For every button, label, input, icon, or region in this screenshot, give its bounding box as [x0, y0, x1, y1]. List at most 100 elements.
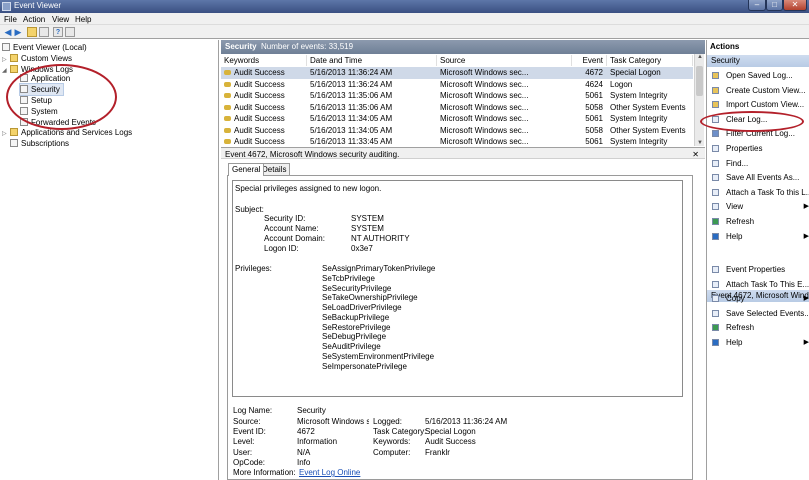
privilege-item: SeSecurityPrivilege: [322, 283, 392, 293]
column-header-date-and-time[interactable]: Date and Time: [307, 55, 437, 66]
scroll-up-arrow-icon[interactable]: ▲: [695, 54, 705, 60]
action-label: Help: [726, 338, 743, 347]
table-row[interactable]: Audit Success 5/16/2013 11:34:05 AM Micros…: [221, 125, 693, 137]
forward-arrow-icon[interactable]: ▶: [13, 27, 23, 37]
category-cell: System Integrity: [610, 91, 668, 100]
action-save-all-events-as[interactable]: Save All Events As...: [707, 172, 809, 184]
table-row[interactable]: Audit Success 5/16/2013 11:33:45 AM Micros…: [221, 136, 693, 146]
minimize-button[interactable]: –: [748, 0, 766, 11]
keywords-text: Audit Success: [234, 91, 285, 100]
action-view[interactable]: View ▶: [707, 201, 809, 213]
keywords-cell: Audit Success: [224, 125, 306, 136]
actions-header: Actions: [710, 42, 740, 51]
event-id-cell: 5061: [585, 137, 603, 146]
action-label: Attach Task To This E...: [726, 279, 809, 289]
close-button[interactable]: ✕: [783, 0, 807, 11]
date-cell: 5/16/2013 11:35:06 AM: [310, 91, 393, 100]
refresh-icon: [712, 324, 719, 332]
tree-item-custom-views[interactable]: ▷ Custom Views: [2, 53, 72, 64]
action-find[interactable]: Find...: [707, 158, 809, 170]
prop-label-user: User:: [233, 448, 253, 457]
help-icon: [712, 339, 719, 346]
menu-action[interactable]: Action: [23, 15, 45, 24]
maximize-button[interactable]: □: [766, 0, 783, 11]
prop-source: Microsoft Windows sec: [297, 417, 369, 426]
prop-label-log-name: Log Name:: [233, 406, 273, 415]
column-header-event-id[interactable]: Event ID: [572, 55, 607, 76]
tree-item-subscriptions[interactable]: Subscriptions: [2, 138, 69, 149]
action-help[interactable]: Help ▶: [707, 337, 809, 349]
action-save-selected-events[interactable]: Save Selected Events...: [707, 308, 809, 320]
title-bar: Event Viewer – □ ✕: [0, 0, 809, 13]
action-refresh[interactable]: Refresh: [707, 216, 809, 228]
event-list-header: Security Number of events: 33,519: [221, 40, 705, 54]
privilege-item: SeRestorePrivilege: [322, 322, 391, 332]
keywords-text: Audit Success: [234, 79, 285, 89]
scroll-down-arrow-icon[interactable]: ▼: [695, 140, 705, 146]
toolbar: ◀ ▶ ?: [0, 25, 809, 39]
column-header-source[interactable]: Source: [437, 55, 572, 66]
keywords-cell: Audit Success: [224, 90, 306, 101]
audit-success-key-icon: [224, 139, 231, 144]
copy-icon: [712, 295, 719, 303]
close-detail-icon[interactable]: ✕: [692, 150, 699, 159]
event-id-cell: 5058: [585, 102, 603, 112]
category-cell: Special Logon: [610, 68, 661, 77]
action-properties[interactable]: Properties: [707, 143, 809, 155]
collapse-arrow-icon[interactable]: ◢: [2, 66, 10, 77]
date-cell: 5/16/2013 11:34:05 AM: [310, 114, 393, 123]
column-header-keywords[interactable]: Keywords: [221, 55, 307, 66]
table-row[interactable]: Audit Success 5/16/2013 11:34:05 AM Micros…: [221, 113, 693, 125]
table-row[interactable]: Audit Success 5/16/2013 11:35:06 AM Micros…: [221, 90, 693, 102]
tab-general[interactable]: General: [228, 163, 265, 176]
folder-icon: [10, 54, 18, 62]
source-cell: Microsoft Windows sec...: [440, 125, 529, 135]
menu-view[interactable]: View: [52, 15, 69, 24]
action-attach-task-to-this-e[interactable]: Attach Task To This E...: [707, 279, 809, 291]
action-label: Open Saved Log...: [726, 71, 793, 80]
tree-item-event-viewer-local[interactable]: Event Viewer (Local): [2, 42, 87, 53]
action-import-custom-view[interactable]: Import Custom View...: [707, 99, 809, 111]
event-id-cell: 5061: [585, 114, 603, 123]
field-label: Account Name:: [264, 224, 319, 233]
action-create-custom-view[interactable]: Create Custom View...: [707, 85, 809, 97]
action-open-saved-log[interactable]: Open Saved Log...: [707, 70, 809, 82]
action-label: Attach a Task To this L...: [726, 187, 809, 197]
action-event-properties[interactable]: Event Properties: [707, 264, 809, 276]
keywords-text: Audit Success: [234, 125, 285, 135]
message-headline: Special privileges assigned to new logon…: [235, 184, 382, 193]
privilege-item: SeTakeOwnershipPrivilege: [322, 293, 418, 303]
column-header-task-category[interactable]: Task Category: [607, 55, 693, 66]
action-refresh[interactable]: Refresh: [707, 322, 809, 334]
help-icon[interactable]: ?: [53, 27, 63, 37]
privilege-item: SeDebugPrivilege: [322, 332, 387, 342]
action-attach-a-task-to-this-l[interactable]: Attach a Task To this L...: [707, 187, 809, 199]
menu-help[interactable]: Help: [75, 15, 91, 24]
actions-section-security[interactable]: Security: [707, 55, 809, 67]
table-row[interactable]: Audit Success 5/16/2013 11:36:24 AM Micros…: [221, 79, 693, 91]
action-help[interactable]: Help ▶: [707, 231, 809, 243]
event-id-cell: 5058: [585, 125, 603, 135]
table-row[interactable]: Audit Success 5/16/2013 11:36:24 AM Micros…: [221, 67, 693, 79]
attach-task-icon: [712, 188, 719, 196]
action-label: Import Custom View...: [726, 100, 805, 110]
date-cell: 5/16/2013 11:35:06 AM: [310, 102, 393, 112]
show-hide-tree-icon[interactable]: [39, 27, 49, 37]
prop-label-opcode: OpCode:: [233, 458, 266, 467]
scrollbar-thumb[interactable]: [696, 66, 703, 96]
event-detail-header: Event 4672, Microsoft Windows security a…: [221, 147, 705, 159]
action-copy[interactable]: Copy ▶: [707, 293, 809, 305]
window-title: Event Viewer: [14, 1, 61, 10]
event-grid-scrollbar[interactable]: ▲ ▼: [694, 54, 704, 146]
table-row[interactable]: Audit Success 5/16/2013 11:35:06 AM Micros…: [221, 102, 693, 114]
date-cell: 5/16/2013 11:36:24 AM: [310, 68, 393, 77]
back-arrow-icon[interactable]: ◀: [3, 27, 13, 37]
open-folder-icon[interactable]: [27, 27, 37, 37]
show-action-pane-icon[interactable]: [65, 27, 75, 37]
event-log-online-link[interactable]: Event Log Online: [299, 468, 360, 478]
log-name: Security: [225, 42, 257, 51]
prop-user: N/A: [297, 448, 311, 457]
event-message-box[interactable]: Special privileges assigned to new logon…: [232, 180, 683, 397]
audit-success-key-icon: [224, 104, 231, 110]
menu-file[interactable]: File: [4, 15, 17, 24]
